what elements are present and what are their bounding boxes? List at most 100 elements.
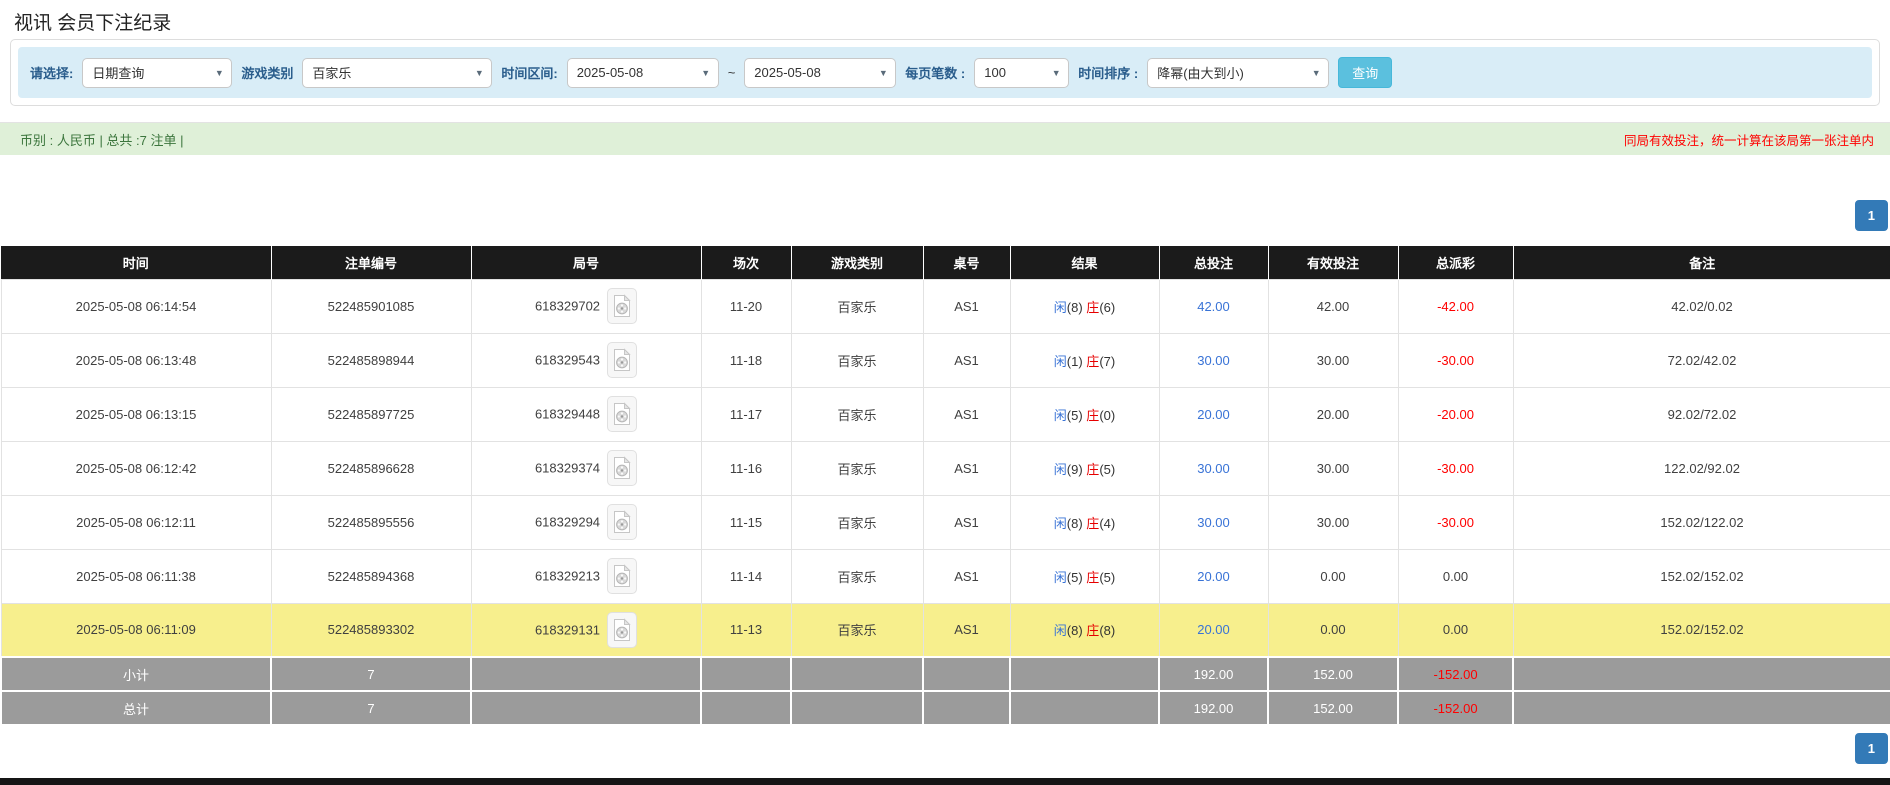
cell-session: 11-16	[700, 440, 792, 496]
cell-bet-id: 522485898944	[270, 332, 472, 388]
page-size-select[interactable]: 100 ▼	[974, 57, 1070, 88]
subtotal-total-bet: 192.00	[1158, 656, 1269, 692]
cell-total-bet-link[interactable]: 42.00	[1158, 278, 1269, 334]
cell-round-id: 618329374	[470, 440, 702, 496]
result-player: 闲	[1053, 515, 1067, 531]
chevron-down-icon[interactable]: ▼	[694, 68, 718, 78]
total-label: 总计	[0, 690, 272, 726]
game-type-select[interactable]: 百家乐 ▼	[302, 57, 493, 88]
cell-bet-id: 522485896628	[270, 440, 472, 496]
page-button[interactable]: 1	[1854, 200, 1888, 231]
video-replay-button[interactable]	[607, 342, 638, 378]
query-type-value: 日期查询	[92, 66, 145, 81]
total-valid-bet: 152.00	[1267, 690, 1399, 726]
cell-total-bet-link[interactable]: 30.00	[1158, 494, 1269, 550]
cell-total-bet-link[interactable]: 30.00	[1158, 332, 1269, 388]
cell-game-type: 百家乐	[790, 386, 924, 442]
date-to-select[interactable]: 2025-05-08 ▼	[744, 57, 897, 88]
cell-valid-bet: 30.00	[1267, 440, 1399, 496]
table-row: 2025-05-08 06:12:42 522485896628 6183293…	[0, 440, 1890, 496]
result-banker-score: (8)	[1099, 623, 1116, 639]
cell-time: 2025-05-08 06:14:54	[0, 278, 272, 334]
video-file-icon	[614, 294, 631, 317]
result-player-score: (9)	[1066, 461, 1087, 477]
video-replay-button[interactable]	[607, 558, 638, 594]
result-banker: 庄	[1086, 623, 1100, 639]
query-type-select[interactable]: 日期查询 ▼	[82, 57, 233, 88]
table-row: 2025-05-08 06:12:11 522485895556 6183292…	[0, 494, 1890, 550]
subtotal-payout: -152.00	[1397, 656, 1514, 692]
total-row: 总计 7 192.00 152.00 -152.00	[0, 690, 1890, 726]
video-replay-button[interactable]	[607, 611, 638, 648]
cell-payout: 0.00	[1397, 602, 1514, 658]
cell-total-bet-link[interactable]: 20.00	[1158, 548, 1269, 604]
cell-time: 2025-05-08 06:12:42	[0, 440, 272, 496]
betting-records-table: 时间 注单编号 局号 场次 游戏类别 桌号 结果 总投注 有效投注 总派彩 备注…	[0, 246, 1890, 726]
page-title: 视讯 会员下注纪录	[14, 13, 172, 34]
result-player: 闲	[1053, 623, 1067, 639]
round-id-text: 618329213	[534, 568, 601, 584]
cell-session: 11-13	[700, 602, 792, 658]
cell-total-bet-link[interactable]: 20.00	[1158, 386, 1269, 442]
chevron-down-icon[interactable]: ▼	[467, 68, 491, 78]
round-id-text: 618329374	[534, 460, 601, 476]
video-replay-button[interactable]	[607, 450, 638, 486]
column-header-game-type: 游戏类别	[791, 246, 924, 279]
date-from-select[interactable]: 2025-05-08 ▼	[566, 57, 719, 88]
cell-payout: -42.00	[1397, 278, 1514, 334]
column-header-remark: 备注	[1513, 246, 1890, 279]
cell-payout: -30.00	[1397, 332, 1514, 388]
cell-total-bet-link[interactable]: 30.00	[1158, 440, 1269, 496]
chevron-down-icon[interactable]: ▼	[1304, 68, 1328, 78]
round-id-text: 618329448	[534, 406, 601, 422]
cell-payout: 0.00	[1397, 548, 1514, 604]
cell-total-bet-link[interactable]: 20.00	[1158, 602, 1269, 658]
cell-time: 2025-05-08 06:13:48	[0, 332, 272, 388]
cell-bet-id: 522485895556	[270, 494, 472, 550]
table-row: 2025-05-08 06:14:54 522485901085 6183297…	[0, 278, 1890, 334]
column-header-session: 场次	[701, 246, 792, 279]
sort-order-label: 时间排序 :	[1078, 66, 1139, 81]
cell-payout: -30.00	[1397, 494, 1514, 550]
column-header-result: 结果	[1010, 246, 1160, 279]
video-file-icon	[614, 564, 631, 587]
round-id-text: 618329131	[534, 622, 601, 638]
round-id-text: 618329543	[534, 352, 601, 368]
cell-remark: 152.02/152.02	[1512, 602, 1890, 658]
cell-session: 11-14	[700, 548, 792, 604]
cell-game-type: 百家乐	[790, 332, 924, 388]
video-file-icon	[614, 618, 631, 641]
column-header-time: 时间	[1, 246, 272, 279]
result-player: 闲	[1053, 353, 1067, 369]
chevron-down-icon[interactable]: ▼	[871, 68, 895, 78]
round-id-text: 618329702	[534, 298, 601, 314]
chevron-down-icon[interactable]: ▼	[1044, 68, 1068, 78]
table-body: 2025-05-08 06:14:54 522485901085 6183297…	[0, 278, 1890, 658]
video-file-icon	[614, 456, 631, 479]
page-button[interactable]: 1	[1854, 733, 1888, 764]
sort-order-select[interactable]: 降幂(由大到小) ▼	[1147, 57, 1330, 88]
video-replay-button[interactable]	[607, 504, 638, 540]
date-from-value: 2025-05-08	[576, 65, 644, 80]
subtotal-count: 7	[270, 656, 472, 692]
notice-text: 同局有效投注，统一计算在该局第一张注单内	[1623, 133, 1874, 148]
chevron-down-icon[interactable]: ▼	[207, 68, 231, 78]
cell-table-no: AS1	[922, 332, 1011, 388]
video-replay-button[interactable]	[607, 396, 638, 432]
table-header-row: 时间 注单编号 局号 场次 游戏类别 桌号 结果 总投注 有效投注 总派彩 备注	[1, 246, 1890, 279]
result-banker: 庄	[1086, 461, 1100, 477]
result-banker-score: (6)	[1099, 299, 1116, 315]
cell-valid-bet: 0.00	[1267, 602, 1399, 658]
cell-time: 2025-05-08 06:11:38	[0, 548, 272, 604]
cell-session: 11-20	[700, 278, 792, 334]
cell-valid-bet: 30.00	[1267, 494, 1399, 550]
cell-game-type: 百家乐	[790, 602, 924, 658]
game-type-label: 游戏类别	[241, 66, 294, 81]
cell-time: 2025-05-08 06:11:09	[0, 602, 272, 658]
video-replay-button[interactable]	[607, 288, 638, 324]
result-player-score: (5)	[1066, 407, 1087, 423]
cell-payout: -20.00	[1397, 386, 1514, 442]
result-banker-score: (7)	[1099, 353, 1116, 369]
search-button[interactable]: 查询	[1338, 57, 1393, 88]
cell-bet-id: 522485897725	[270, 386, 472, 442]
